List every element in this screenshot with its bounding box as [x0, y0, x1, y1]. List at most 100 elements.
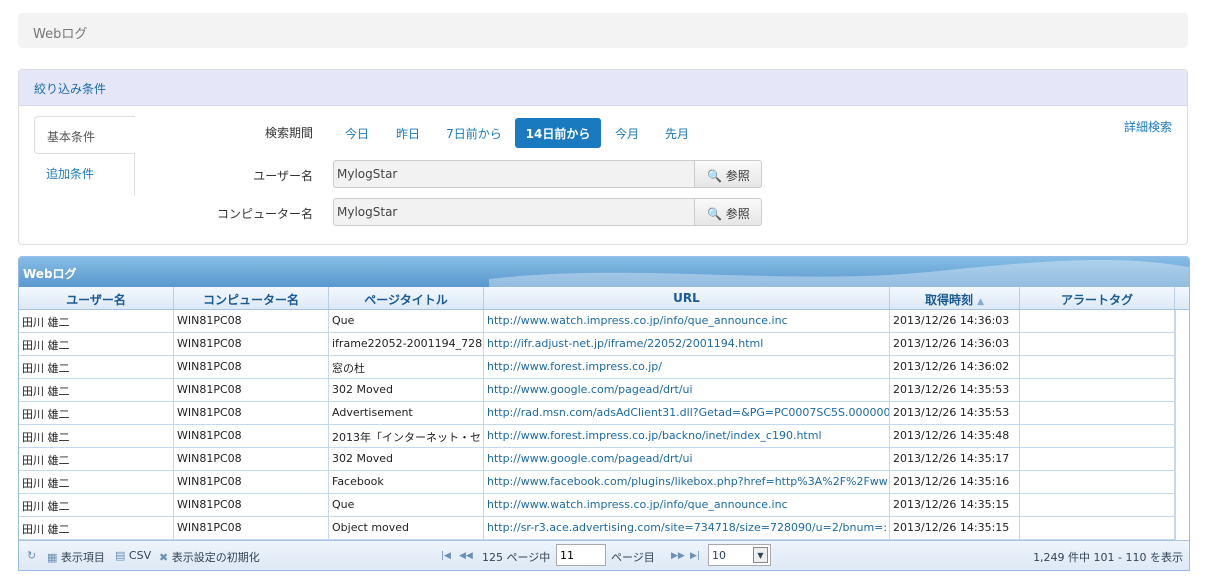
cell-computer: WIN81PC08 [174, 448, 329, 470]
cell-url[interactable]: http://ifr.adjust-net.jp/iframe/22052/20… [484, 333, 890, 355]
cell-computer: WIN81PC08 [174, 517, 329, 539]
column-header-page-title[interactable]: ページタイトル [329, 287, 484, 309]
record-summary: 1,249 件中 101 - 110 を表示 [1033, 551, 1183, 564]
cell-user: 田川 雄二 [19, 494, 174, 516]
cell-time: 2013/12/26 14:36:03 [890, 310, 1020, 332]
cell-user: 田川 雄二 [19, 379, 174, 401]
detail-search-link[interactable]: 詳細検索 [1124, 118, 1172, 135]
tab-basic-conditions[interactable]: 基本条件 [34, 116, 135, 154]
cell-url[interactable]: http://www.facebook.com/plugins/likebox.… [484, 471, 890, 493]
table-row[interactable]: 田川 雄二 WIN81PC08 2013年「インターネット・セ http://www.… [19, 425, 1189, 448]
cell-url[interactable]: http://www.google.com/pagead/drt/ui [484, 379, 890, 401]
pages-prefix: 125 ページ中 [482, 551, 551, 564]
cell-url[interactable]: http://www.google.com/pagead/drt/ui [484, 448, 890, 470]
grid-header-row: ユーザー名 コンピューター名 ページタイトル URL 取得時刻 ▲ アラートタグ [19, 287, 1189, 310]
cell-page-title: 302 Moved [329, 448, 484, 470]
column-header-user[interactable]: ユーザー名 [19, 287, 174, 309]
cell-computer: WIN81PC08 [174, 379, 329, 401]
page-size-select[interactable]: 10 ▼ [708, 544, 771, 566]
cell-url[interactable]: http://www.watch.impress.co.jp/info/que_… [484, 310, 890, 332]
table-row[interactable]: 田川 雄二 WIN81PC08 窓の杜 http://www.forest.impre… [19, 356, 1189, 379]
prev-page-icon[interactable]: ◀◀ [459, 551, 473, 561]
computer-name-input[interactable] [333, 198, 695, 226]
cell-url[interactable]: http://www.forest.impress.co.jp/ [484, 356, 890, 378]
page-number-input[interactable] [556, 544, 606, 566]
vertical-scrollbar[interactable] [1175, 310, 1189, 540]
cell-computer: WIN81PC08 [174, 494, 329, 516]
cell-url[interactable]: http://rad.msn.com/adsAdClient31.dll?Get… [484, 402, 890, 424]
period-today-button[interactable]: 今日 [337, 118, 377, 148]
cell-user: 田川 雄二 [19, 425, 174, 447]
grid-pager: ↻ ▦ 表示項目 ▤ CSV ✖ 表示設定の初期化 |◀ ◀◀ 125 ページ中… [19, 540, 1189, 570]
table-row[interactable]: 田川 雄二 WIN81PC08 Advertisement http://rad.ms… [19, 402, 1189, 425]
user-reference-button[interactable]: 🔍 参照 [694, 160, 762, 188]
cell-alert-tag [1020, 494, 1175, 516]
table-row[interactable]: 田川 雄二 WIN81PC08 Object moved http://sr-r3.a… [19, 517, 1189, 540]
grid-body: 田川 雄二 WIN81PC08 Que http://www.watch.impres… [19, 310, 1189, 540]
table-row[interactable]: 田川 雄二 WIN81PC08 Que http://www.watch.impres… [19, 310, 1189, 333]
period-this-month-button[interactable]: 今月 [607, 118, 647, 148]
period-last-month-button[interactable]: 先月 [657, 118, 697, 148]
sort-icon: ▲ [977, 297, 985, 307]
cell-user: 田川 雄二 [19, 310, 174, 332]
table-row[interactable]: 田川 雄二 WIN81PC08 302 Moved http://www.google… [19, 448, 1189, 471]
table-row[interactable]: 田川 雄二 WIN81PC08 iframe22052-2001194_728 htt… [19, 333, 1189, 356]
column-header-time[interactable]: 取得時刻 ▲ [890, 287, 1020, 309]
next-page-icon[interactable]: ▶▶ [671, 551, 685, 561]
table-row[interactable]: 田川 雄二 WIN81PC08 Facebook http://www.faceboo… [19, 471, 1189, 494]
cell-url[interactable]: http://sr-r3.ace.advertising.com/site=73… [484, 517, 890, 539]
grid-title-bar: Webログ [19, 257, 1189, 287]
cell-alert-tag [1020, 471, 1175, 493]
cell-page-title: Advertisement [329, 402, 484, 424]
period-7days-button[interactable]: 7日前から [438, 118, 510, 148]
user-name-group: 🔍 参照 [333, 160, 763, 188]
period-yesterday-button[interactable]: 昨日 [388, 118, 428, 148]
cell-user: 田川 雄二 [19, 471, 174, 493]
computer-name-group: 🔍 参照 [333, 198, 763, 226]
computer-reference-button[interactable]: 🔍 参照 [694, 198, 762, 226]
tab-additional-conditions[interactable]: 追加条件 [34, 154, 135, 192]
column-header-alert-tag[interactable]: アラートタグ [1020, 287, 1175, 309]
cell-alert-tag [1020, 425, 1175, 447]
cell-alert-tag [1020, 517, 1175, 539]
cell-time: 2013/12/26 14:36:03 [890, 333, 1020, 355]
cell-user: 田川 雄二 [19, 448, 174, 470]
table-icon: ▦ [47, 551, 58, 564]
cell-alert-tag [1020, 379, 1175, 401]
period-14days-button[interactable]: 14日前から [515, 118, 601, 148]
cell-page-title: 2013年「インターネット・セ [329, 425, 484, 447]
breadcrumb: Webログ [18, 13, 1188, 48]
column-header-spacer [1175, 287, 1189, 309]
filter-panel: 絞り込み条件 基本条件 追加条件 検索期間 今日 昨日 7日前から 14日前から… [18, 69, 1188, 245]
refresh-icon[interactable]: ↻ [27, 549, 36, 562]
cell-computer: WIN81PC08 [174, 425, 329, 447]
table-row[interactable]: 田川 雄二 WIN81PC08 Que http://www.watch.impres… [19, 494, 1189, 517]
user-name-label: ユーザー名 [253, 169, 313, 183]
computer-name-label: コンピューター名 [216, 207, 313, 221]
cell-time: 2013/12/26 14:35:53 [890, 379, 1020, 401]
cell-alert-tag [1020, 402, 1175, 424]
cell-user: 田川 雄二 [19, 333, 174, 355]
csv-button[interactable]: ▤ CSV [115, 549, 151, 562]
reset-settings-button[interactable]: ✖ 表示設定の初期化 [159, 549, 260, 565]
column-header-computer[interactable]: コンピューター名 [174, 287, 329, 309]
last-page-icon[interactable]: ▶| [690, 551, 700, 561]
cell-page-title: 302 Moved [329, 379, 484, 401]
cell-url[interactable]: http://www.watch.impress.co.jp/info/que_… [484, 494, 890, 516]
cell-time: 2013/12/26 14:35:15 [890, 517, 1020, 539]
cell-computer: WIN81PC08 [174, 356, 329, 378]
table-row[interactable]: 田川 雄二 WIN81PC08 302 Moved http://www.google… [19, 379, 1189, 402]
display-items-button[interactable]: ▦ 表示項目 [47, 549, 105, 565]
cell-computer: WIN81PC08 [174, 310, 329, 332]
user-name-input[interactable] [333, 160, 695, 188]
first-page-icon[interactable]: |◀ [441, 551, 451, 561]
search-icon: 🔍 [707, 169, 722, 183]
cell-url[interactable]: http://www.forest.impress.co.jp/backno/i… [484, 425, 890, 447]
cell-alert-tag [1020, 310, 1175, 332]
display-items-label: 表示項目 [60, 551, 105, 564]
column-header-url[interactable]: URL [484, 287, 890, 309]
cell-computer: WIN81PC08 [174, 402, 329, 424]
cell-page-title: Facebook [329, 471, 484, 493]
cell-computer: WIN81PC08 [174, 471, 329, 493]
page-size-value: 10 [712, 549, 726, 562]
